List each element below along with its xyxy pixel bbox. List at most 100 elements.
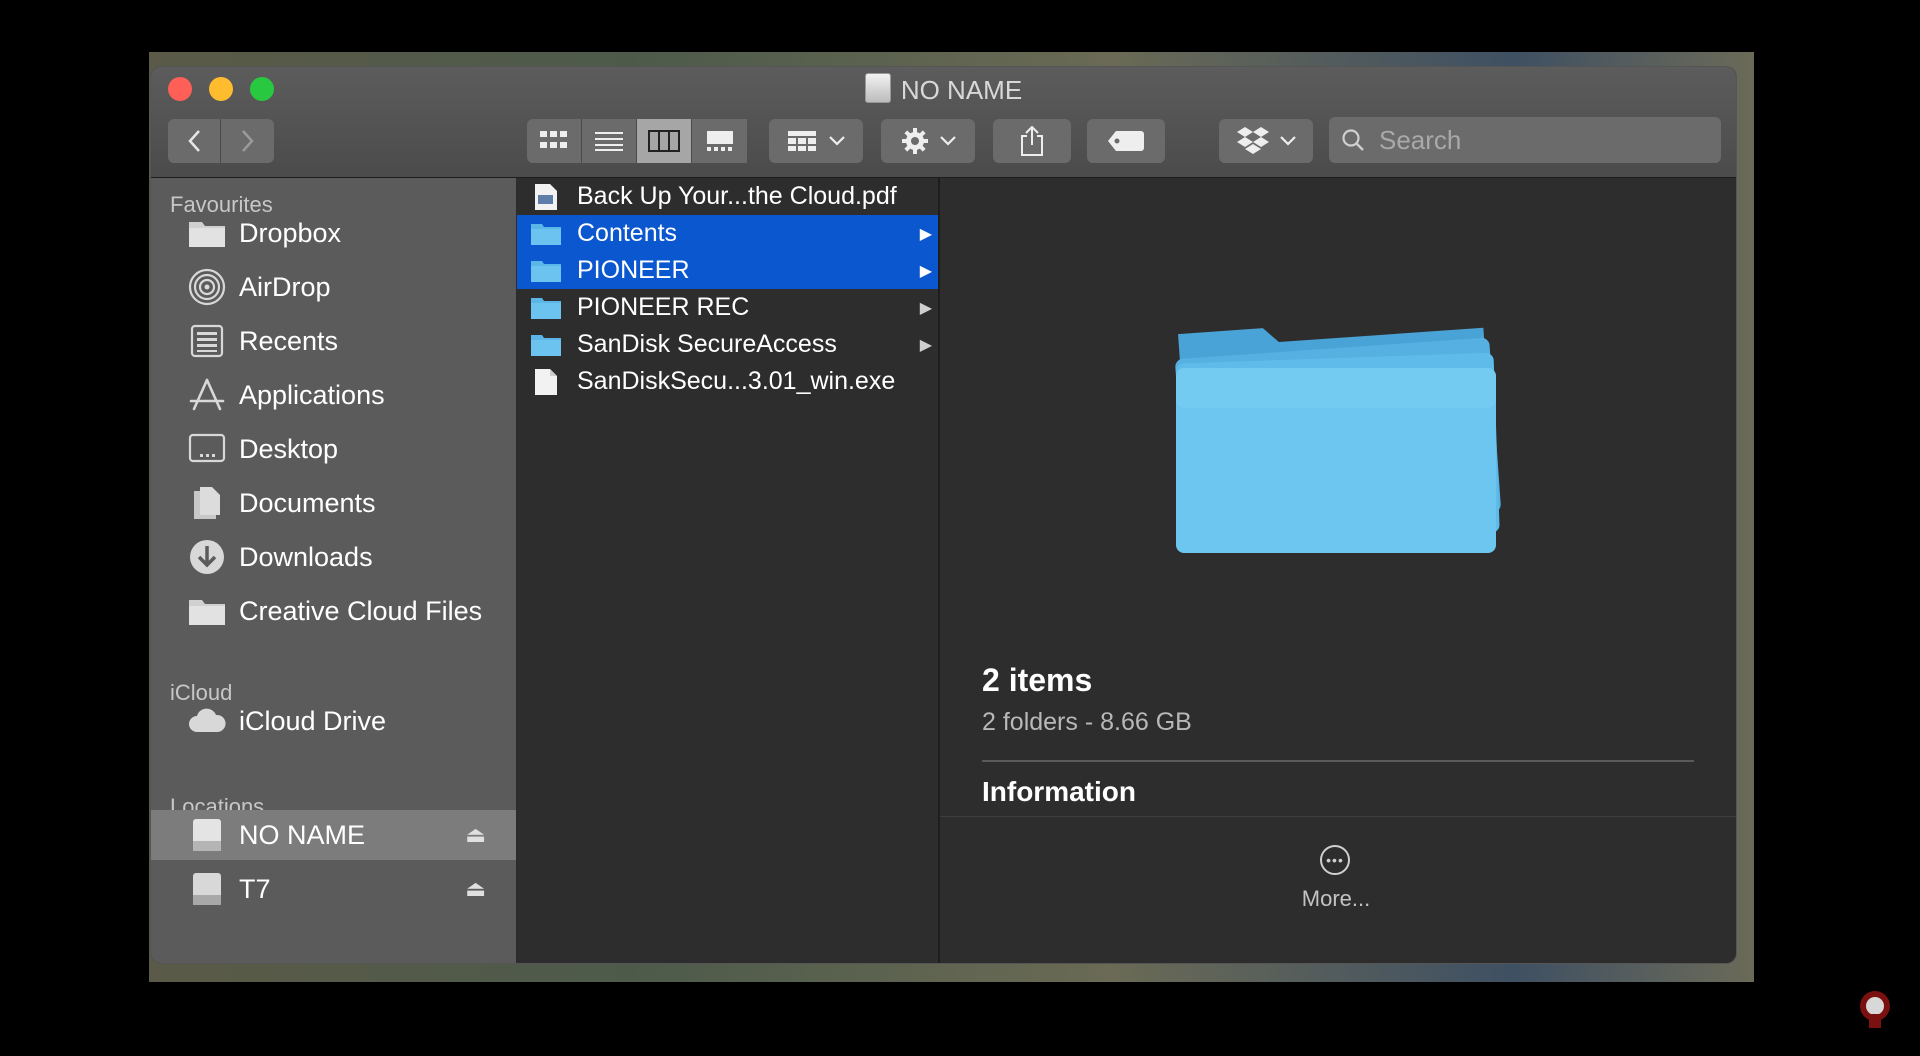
folder-icon bbox=[1175, 327, 1501, 553]
more-icon[interactable]: ••• bbox=[1320, 845, 1350, 875]
sidebar-item-applications[interactable]: Applications bbox=[151, 370, 516, 420]
sidebar-item-label: T7 bbox=[239, 873, 271, 904]
disclosure-arrow-icon: ▶ bbox=[919, 225, 932, 243]
file-name: Back Up Your...the Cloud.pdf bbox=[577, 182, 897, 210]
icon-view-button[interactable] bbox=[527, 119, 582, 163]
preview-pane: 2 items 2 folders - 8.66 GB Information … bbox=[940, 178, 1736, 963]
file-row-pioneer-rec[interactable]: PIONEER REC ▶ bbox=[517, 289, 938, 326]
chevron-left-icon bbox=[188, 130, 200, 152]
sidebar-item-label: Dropbox bbox=[239, 217, 342, 248]
divider bbox=[982, 760, 1694, 762]
sidebar-item-dropbox[interactable]: Dropbox bbox=[151, 208, 516, 258]
airdrop-icon bbox=[187, 268, 227, 306]
sidebar-item-icloud-drive[interactable]: iCloud Drive bbox=[151, 696, 516, 746]
eject-icon[interactable]: ⏏ bbox=[465, 876, 486, 902]
grid-icon bbox=[540, 131, 567, 148]
sidebar-item-label: Desktop bbox=[239, 433, 339, 464]
preview-title: 2 items bbox=[982, 662, 1093, 698]
column-view-button[interactable] bbox=[637, 119, 692, 163]
group-by-button[interactable] bbox=[769, 119, 863, 163]
sidebar-item-downloads[interactable]: Downloads bbox=[151, 532, 516, 582]
window-title: NO NAME bbox=[151, 73, 1736, 105]
chevron-right-icon bbox=[241, 130, 254, 152]
disclosure-arrow-icon: ▶ bbox=[919, 262, 932, 280]
divider bbox=[940, 816, 1736, 817]
document-icon bbox=[530, 368, 562, 395]
list-icon bbox=[595, 132, 623, 151]
folder-icon bbox=[530, 258, 562, 284]
view-mode-group bbox=[527, 119, 753, 163]
file-name: PIONEER REC bbox=[577, 293, 750, 321]
desktop-icon bbox=[187, 431, 227, 467]
sidebar-item-label: Downloads bbox=[239, 541, 373, 572]
sidebar-item-label: Recents bbox=[239, 325, 339, 356]
recents-icon bbox=[187, 323, 227, 359]
folder-icon bbox=[530, 221, 562, 247]
disclosure-arrow-icon: ▶ bbox=[919, 336, 932, 354]
nav-buttons bbox=[168, 119, 274, 163]
information-header: Information bbox=[982, 776, 1136, 807]
forward-button[interactable] bbox=[221, 119, 274, 163]
more-button[interactable]: More... bbox=[1300, 886, 1372, 912]
share-button[interactable] bbox=[993, 119, 1071, 163]
list-view-button[interactable] bbox=[582, 119, 637, 163]
drive-icon bbox=[187, 817, 227, 853]
sidebar: Favourites Dropbox AirDrop Recents Appli… bbox=[151, 178, 516, 963]
folder-icon bbox=[530, 332, 562, 358]
chevron-down-icon bbox=[940, 136, 956, 146]
sidebar-item-documents[interactable]: Documents bbox=[151, 478, 516, 528]
file-name: Contents bbox=[577, 219, 678, 247]
window-title-text: NO NAME bbox=[900, 75, 1023, 105]
sidebar-item-t7[interactable]: T7 ⏏ bbox=[151, 864, 516, 914]
disclosure-arrow-icon: ▶ bbox=[919, 299, 932, 317]
sidebar-item-no-name[interactable]: NO NAME ⏏ bbox=[151, 810, 516, 860]
folder-icon bbox=[187, 593, 227, 629]
file-row-exe[interactable]: SanDiskSecu...3.01_win.exe bbox=[517, 363, 938, 400]
search-field[interactable] bbox=[1329, 117, 1721, 163]
gear-icon bbox=[902, 128, 928, 154]
preview-subtitle: 2 folders - 8.66 GB bbox=[982, 708, 1192, 736]
gallery-icon bbox=[706, 131, 733, 151]
sidebar-item-label: NO NAME bbox=[239, 819, 366, 850]
eject-icon[interactable]: ⏏ bbox=[465, 822, 486, 848]
dropbox-button[interactable] bbox=[1219, 119, 1313, 163]
tags-button[interactable] bbox=[1087, 119, 1165, 163]
finder-window: NO NAME Search Favourites Dropbox AirDro… bbox=[151, 67, 1736, 963]
documents-icon bbox=[187, 485, 227, 521]
sidebar-item-desktop[interactable]: Desktop bbox=[151, 424, 516, 474]
action-menu-button[interactable] bbox=[881, 119, 975, 163]
back-button[interactable] bbox=[168, 119, 221, 163]
sidebar-item-creative-cloud-files[interactable]: Creative Cloud Files bbox=[151, 586, 516, 636]
file-row-contents[interactable]: Contents ▶ bbox=[517, 215, 938, 252]
file-row-pioneer[interactable]: PIONEER ▶ bbox=[517, 252, 938, 289]
share-icon bbox=[1021, 125, 1043, 156]
sidebar-item-label: iCloud Drive bbox=[239, 705, 387, 736]
file-name: SanDiskSecu...3.01_win.exe bbox=[577, 367, 896, 395]
drive-icon bbox=[187, 871, 227, 907]
chevron-down-icon bbox=[1280, 136, 1296, 146]
folder-icon bbox=[530, 295, 562, 321]
file-column: Back Up Your...the Cloud.pdf Contents ▶ … bbox=[517, 178, 940, 963]
gallery-view-button[interactable] bbox=[692, 119, 747, 163]
dropbox-icon bbox=[1237, 127, 1269, 154]
applications-icon bbox=[187, 377, 227, 413]
search-icon bbox=[1342, 129, 1364, 151]
sidebar-item-airdrop[interactable]: AirDrop bbox=[151, 262, 516, 312]
sidebar-item-label: Documents bbox=[239, 487, 376, 518]
channel-logo-icon bbox=[1860, 991, 1890, 1028]
chevron-down-icon bbox=[829, 136, 845, 146]
file-name: SanDisk SecureAccess bbox=[577, 330, 837, 358]
file-row-pdf[interactable]: Back Up Your...the Cloud.pdf bbox=[517, 178, 938, 215]
sidebar-item-recents[interactable]: Recents bbox=[151, 316, 516, 366]
folder-icon bbox=[187, 215, 227, 251]
sidebar-item-label: AirDrop bbox=[239, 271, 331, 302]
sidebar-item-label: Creative Cloud Files bbox=[239, 595, 483, 626]
drive-icon bbox=[864, 73, 891, 103]
file-row-sandisk-secureaccess[interactable]: SanDisk SecureAccess ▶ bbox=[517, 326, 938, 363]
downloads-icon bbox=[187, 539, 227, 575]
cloud-icon bbox=[187, 703, 227, 739]
pdf-icon bbox=[530, 183, 562, 210]
tag-icon bbox=[1108, 131, 1144, 151]
search-input[interactable] bbox=[1377, 123, 1701, 157]
toolbar: NO NAME bbox=[151, 67, 1736, 178]
